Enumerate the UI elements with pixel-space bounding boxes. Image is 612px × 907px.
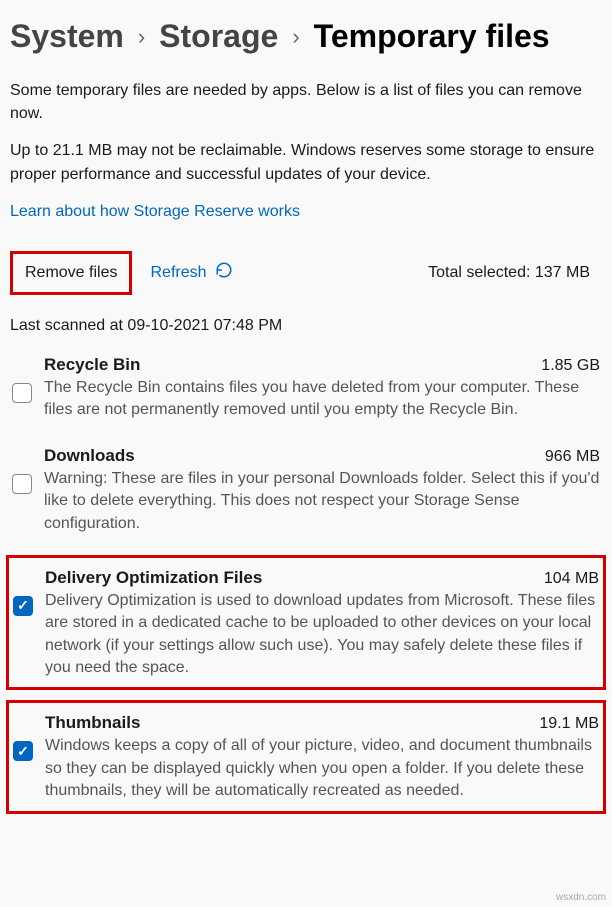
watermark: wsxdn.com: [556, 892, 606, 903]
breadcrumb-system[interactable]: System: [10, 18, 124, 55]
item-checkbox[interactable]: [13, 596, 33, 616]
intro-p1: Some temporary files are needed by apps.…: [10, 79, 602, 125]
item-title: Downloads: [44, 446, 135, 466]
item-head: Recycle Bin 1.85 GB: [44, 355, 600, 375]
refresh-label: Refresh: [150, 264, 206, 282]
chevron-right-icon: ›: [138, 24, 145, 50]
item-body: Delivery Optimization Files104 MBDeliver…: [45, 568, 599, 680]
item-checkbox[interactable]: [13, 741, 33, 761]
page-title: Temporary files: [314, 18, 550, 55]
item-head: Downloads 966 MB: [44, 446, 600, 466]
items-list: Recycle Bin 1.85 GB The Recycle Bin contai…: [0, 341, 612, 814]
item-description: Windows keeps a copy of all of your pict…: [45, 735, 599, 802]
item-title: Delivery Optimization Files: [45, 568, 262, 588]
item-size: 19.1 MB: [529, 715, 599, 733]
total-selected: Total selected: 137 MB: [428, 264, 602, 282]
last-scanned: Last scanned at 09-10-2021 07:48 PM: [0, 295, 612, 341]
list-item: Downloads 966 MB Warning: These are files …: [6, 432, 606, 545]
remove-files-button[interactable]: Remove files: [10, 251, 132, 295]
list-item: Recycle Bin 1.85 GB The Recycle Bin contai…: [6, 341, 606, 432]
intro-text: Some temporary files are needed by apps.…: [0, 65, 612, 223]
item-checkbox[interactable]: [12, 383, 32, 403]
item-checkbox[interactable]: [12, 474, 32, 494]
item-description: The Recycle Bin contains files you have …: [44, 377, 600, 422]
breadcrumb-storage[interactable]: Storage: [159, 18, 278, 55]
item-body: Downloads 966 MB Warning: These are files …: [44, 446, 600, 535]
item-title: Thumbnails: [45, 713, 140, 733]
refresh-button[interactable]: Refresh: [150, 261, 232, 284]
item-head: Delivery Optimization Files 104 MB: [45, 568, 599, 588]
storage-reserve-link[interactable]: Learn about how Storage Reserve works: [10, 203, 300, 220]
refresh-icon: [215, 261, 233, 284]
item-description: Delivery Optimization is used to downloa…: [45, 590, 599, 680]
item-title: Recycle Bin: [44, 355, 140, 375]
item-size: 966 MB: [535, 448, 600, 466]
item-size: 1.85 GB: [531, 357, 600, 375]
list-item: Delivery Optimization Files104 MBDeliver…: [6, 555, 606, 691]
item-head: Thumbnails 19.1 MB: [45, 713, 599, 733]
action-row: Remove files Refresh Total selected: 137…: [0, 241, 612, 295]
item-body: Recycle Bin 1.85 GB The Recycle Bin contai…: [44, 355, 600, 422]
chevron-right-icon: ›: [292, 24, 299, 50]
intro-p2: Up to 21.1 MB may not be reclaimable. Wi…: [10, 139, 602, 185]
breadcrumb: System › Storage › Temporary files: [0, 0, 612, 65]
item-description: Warning: These are files in your persona…: [44, 468, 600, 535]
item-body: Thumbnails 19.1 MB Windows keeps a copy of…: [45, 713, 599, 802]
item-size: 104 MB: [534, 570, 599, 588]
list-item: Thumbnails 19.1 MB Windows keeps a copy of…: [6, 700, 606, 813]
